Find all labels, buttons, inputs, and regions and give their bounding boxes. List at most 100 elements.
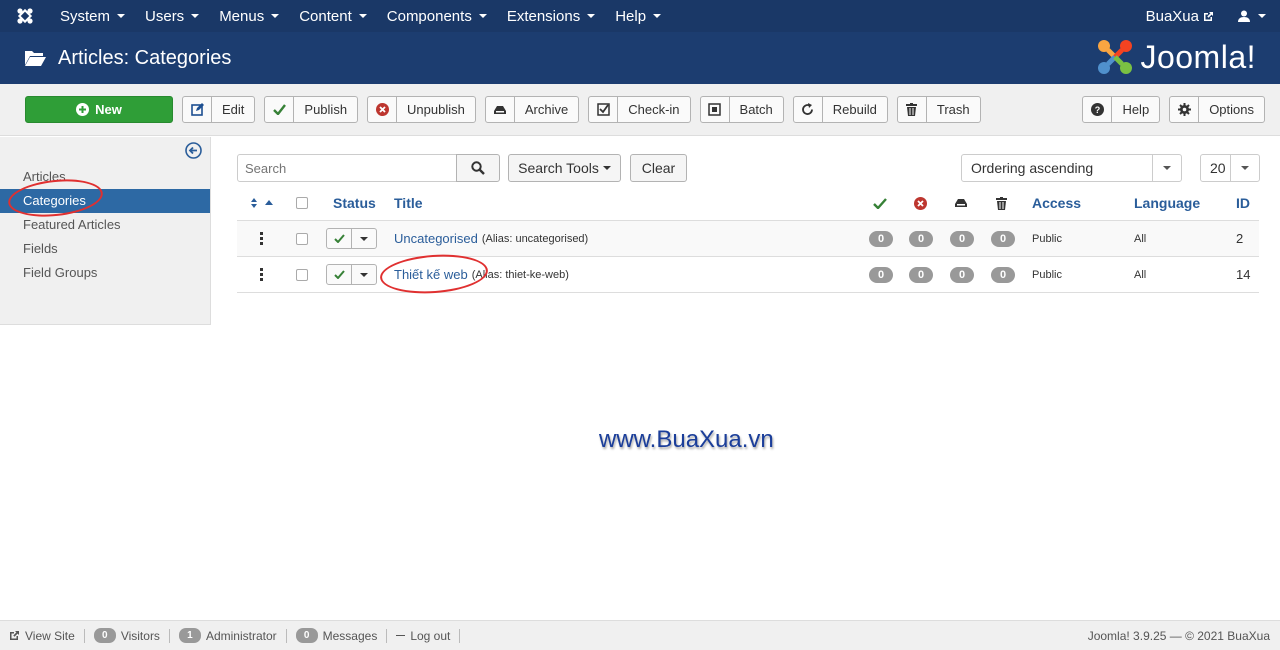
view-site-link[interactable]: View Site: [0, 628, 85, 643]
title-cell: Thiết kế web (Alias: thiet-ke-web): [394, 257, 569, 292]
category-title-link[interactable]: Uncategorised: [394, 231, 478, 246]
help-button[interactable]: ? Help: [1082, 96, 1161, 123]
main-menu: System Users Menus Content Components Ex…: [50, 0, 671, 32]
search-icon: [471, 161, 485, 175]
clear-button[interactable]: Clear: [630, 154, 687, 182]
drag-handle-icon[interactable]: [260, 257, 263, 292]
sidebar-item-featured-articles[interactable]: Featured Articles: [0, 213, 210, 237]
joomla-menu-icon[interactable]: [0, 0, 50, 32]
page-title: Articles: Categories: [58, 46, 232, 69]
caret-down-icon: [478, 14, 487, 18]
status-toggle[interactable]: [326, 257, 377, 292]
site-link[interactable]: BuaXua: [1136, 8, 1224, 25]
sidebar-item-field-groups[interactable]: Field Groups: [0, 261, 210, 285]
archived-count[interactable]: 0: [950, 257, 974, 292]
category-title-link[interactable]: Thiết kế web: [394, 267, 468, 282]
th-archived-icon[interactable]: [954, 186, 968, 220]
publish-button[interactable]: Publish: [264, 96, 359, 123]
menu-menus[interactable]: Menus: [209, 0, 289, 32]
search-input[interactable]: [237, 154, 457, 182]
archived-count[interactable]: 0: [950, 221, 974, 256]
row-checkbox[interactable]: [296, 221, 308, 256]
th-language[interactable]: Language: [1134, 186, 1200, 220]
joomla-logo: Joomla!: [1096, 38, 1256, 76]
chevron-down-icon: [1230, 155, 1259, 181]
sidebar: Articles Categories Featured Articles Fi…: [0, 137, 211, 325]
status-toggle[interactable]: [326, 221, 377, 256]
sidebar-item-fields[interactable]: Fields: [0, 237, 210, 261]
search-tools-button[interactable]: Search Tools: [508, 154, 621, 182]
unpublish-button[interactable]: Unpublish: [367, 96, 476, 123]
th-access[interactable]: Access: [1032, 186, 1081, 220]
visitors-info: 0 Visitors: [85, 628, 170, 643]
archive-button[interactable]: Archive: [484, 96, 580, 123]
publish-label: Publish: [304, 102, 348, 117]
caret-down-icon: [653, 14, 662, 18]
messages-link[interactable]: 0 Messages: [287, 628, 388, 643]
logout-label: Log out: [410, 628, 451, 643]
sidebar-item-articles[interactable]: Articles: [0, 165, 210, 189]
list-limit-select[interactable]: 20: [1200, 154, 1260, 182]
check-icon[interactable]: [327, 265, 352, 284]
menu-components[interactable]: Components: [377, 0, 497, 32]
trash-button[interactable]: Trash: [896, 96, 981, 123]
search-button[interactable]: [456, 154, 500, 182]
folder-icon: [25, 51, 46, 66]
ordering-select[interactable]: Ordering ascending: [961, 154, 1182, 182]
trash-label: Trash: [936, 102, 970, 117]
language-value: All: [1134, 268, 1147, 281]
checkin-button[interactable]: Check-in: [588, 96, 691, 123]
trash-icon: [898, 97, 927, 122]
sidebar-item-categories[interactable]: Categories: [0, 189, 210, 213]
edit-button[interactable]: Edit: [182, 96, 256, 123]
menu-system[interactable]: System: [50, 0, 135, 32]
row-checkbox[interactable]: [296, 257, 308, 292]
th-id[interactable]: ID: [1236, 186, 1250, 220]
new-button[interactable]: New: [25, 96, 173, 123]
drag-handle-icon[interactable]: [260, 221, 263, 256]
table-row: Thiết kế web (Alias: thiet-ke-web) 0 0 0…: [237, 257, 1259, 293]
batch-label: Batch: [739, 102, 773, 117]
options-button[interactable]: Options: [1169, 96, 1265, 123]
unpublished-count[interactable]: 0: [909, 221, 933, 256]
new-label: New: [95, 102, 122, 117]
published-count[interactable]: 0: [869, 221, 893, 256]
trashed-count[interactable]: 0: [991, 221, 1015, 256]
menu-extensions[interactable]: Extensions: [497, 0, 605, 32]
external-link-icon: [10, 631, 19, 640]
archive-icon: [486, 97, 515, 122]
menu-content[interactable]: Content: [289, 0, 377, 32]
unpublished-count[interactable]: 0: [909, 257, 933, 292]
th-title[interactable]: Title: [394, 186, 423, 220]
admin-badge: 1: [178, 628, 201, 643]
select-all-checkbox[interactable]: [296, 186, 308, 220]
th-trashed-icon[interactable]: [996, 186, 1007, 220]
th-published-icon[interactable]: [873, 186, 887, 220]
menu-users[interactable]: Users: [135, 0, 209, 32]
th-status[interactable]: Status: [333, 186, 376, 220]
caret-down-icon[interactable]: [352, 265, 376, 284]
unpublish-icon: [368, 97, 398, 122]
filter-bar: Search Tools Clear Ordering ascending 20: [237, 154, 1260, 184]
published-count[interactable]: 0: [869, 257, 893, 292]
minus-icon: [396, 634, 406, 637]
check-icon[interactable]: [327, 229, 352, 248]
menu-help[interactable]: Help: [605, 0, 671, 32]
caret-down-icon[interactable]: [352, 229, 376, 248]
external-link-icon: [1204, 11, 1213, 21]
menu-label: Extensions: [506, 7, 581, 25]
caret-down-icon: [602, 166, 611, 170]
trashed-count[interactable]: 0: [991, 257, 1015, 292]
caret-down-icon: [271, 14, 280, 18]
logout-link[interactable]: Log out: [387, 628, 461, 643]
categories-table: Status Title Access Language ID Uncatego…: [237, 186, 1259, 293]
batch-button[interactable]: Batch: [699, 96, 784, 123]
collapse-sidebar-icon[interactable]: [185, 142, 202, 162]
ordering-sort-icon[interactable]: [249, 186, 273, 220]
rebuild-button[interactable]: Rebuild: [792, 96, 888, 123]
user-menu[interactable]: [1224, 10, 1280, 22]
menu-label: System: [60, 7, 111, 25]
access-value: Public: [1032, 232, 1062, 245]
th-unpublished-icon[interactable]: [914, 186, 927, 220]
archive-label: Archive: [524, 102, 569, 117]
